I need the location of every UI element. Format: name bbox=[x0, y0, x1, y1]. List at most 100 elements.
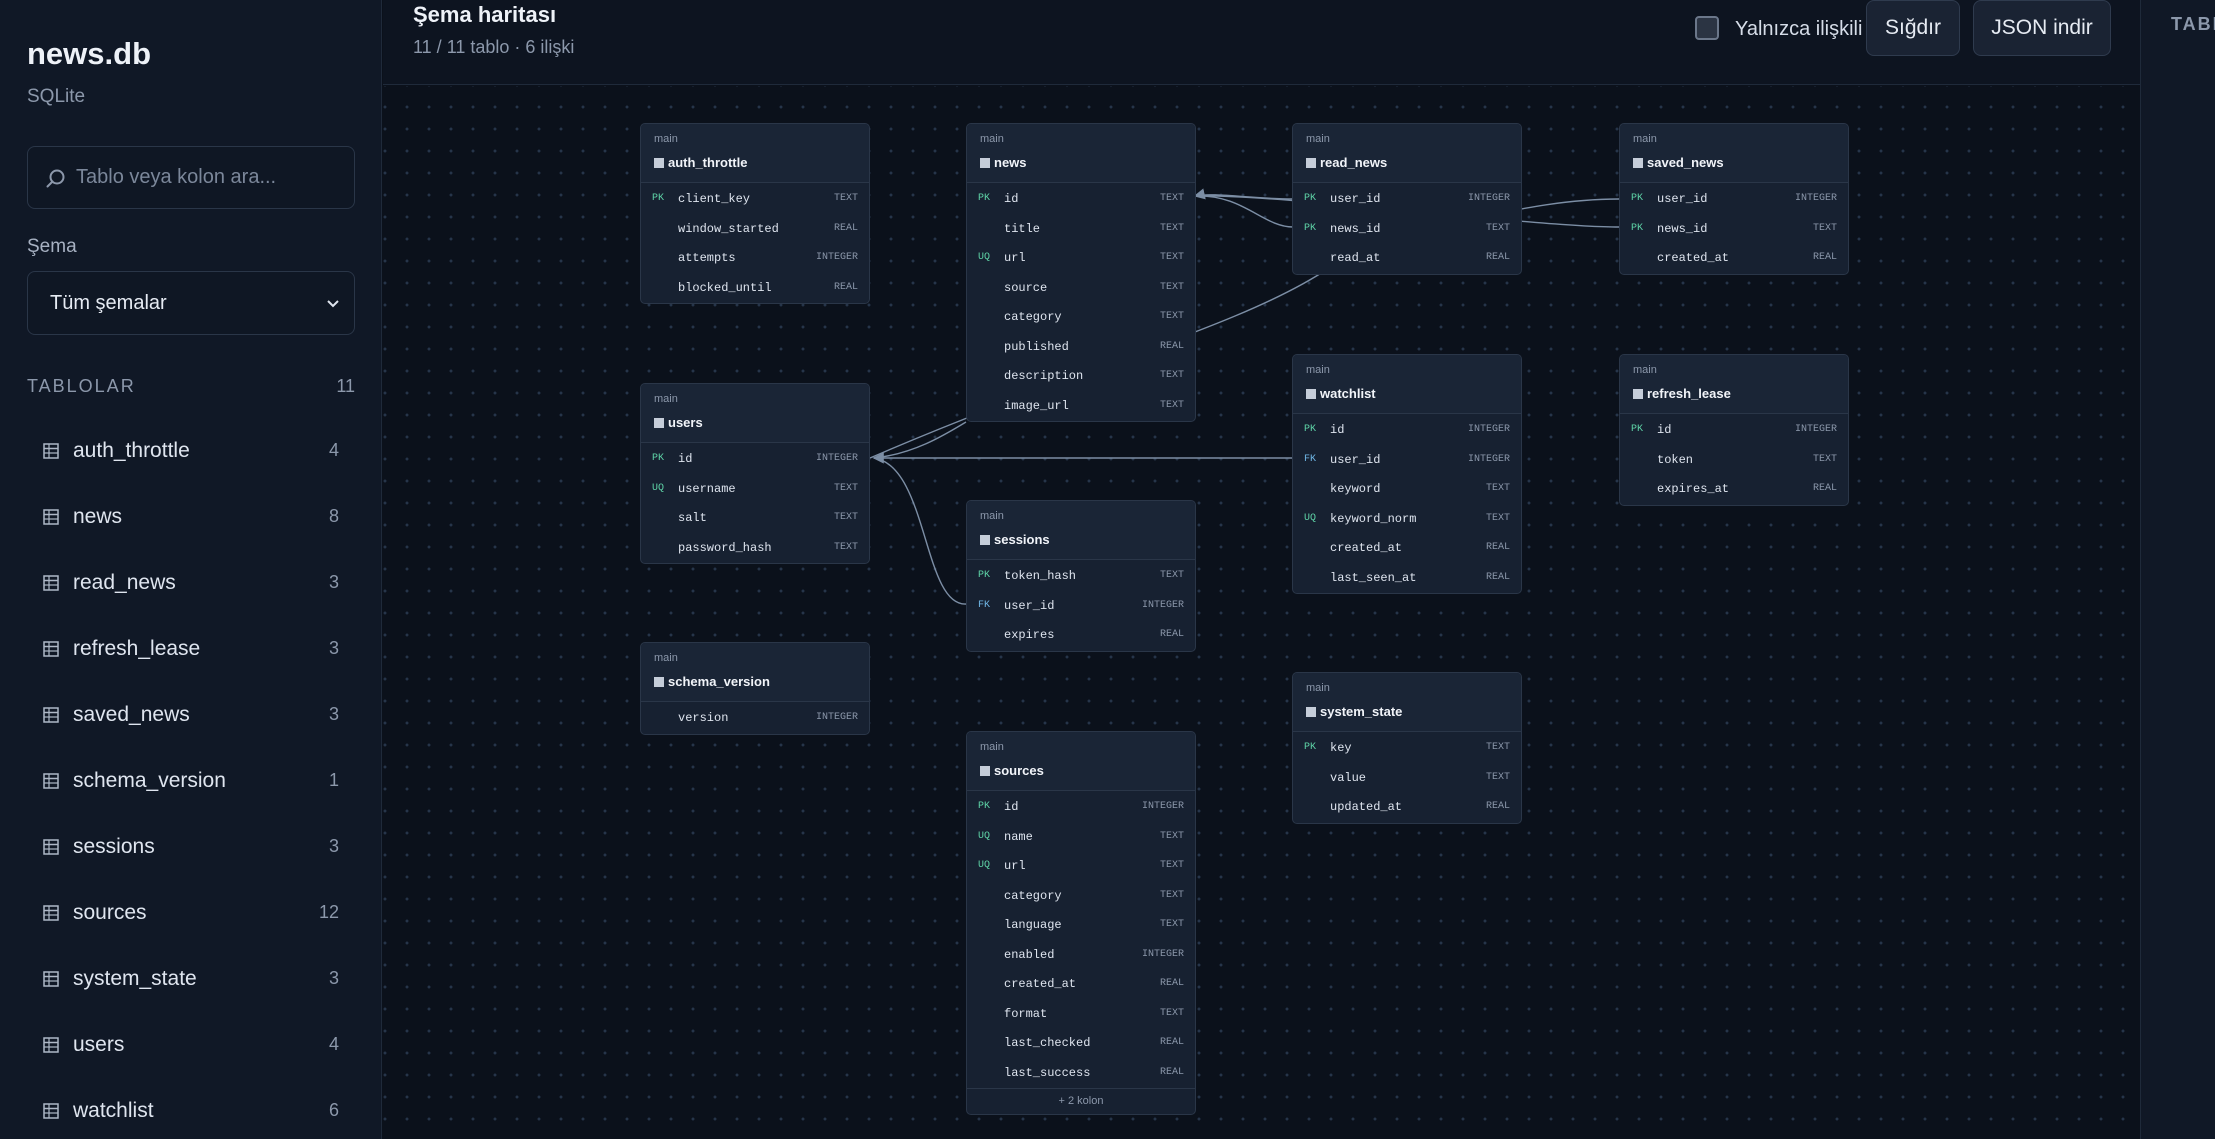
column-row[interactable]: PK key TEXT bbox=[1293, 734, 1521, 764]
column-row[interactable]: PK client_key TEXT bbox=[641, 185, 869, 215]
table-card-watchlist[interactable]: main watchlist PK id INTEGER FK user_id INTEGER… bbox=[1292, 354, 1522, 594]
download-json-button[interactable]: JSON indir bbox=[1973, 0, 2111, 56]
column-row[interactable]: image_url TEXT bbox=[967, 392, 1195, 422]
table-icon bbox=[43, 509, 59, 525]
related-only-checkbox[interactable] bbox=[1695, 16, 1719, 40]
table-card-schema: main bbox=[1306, 364, 1330, 376]
table-card-header[interactable]: main auth_throttle bbox=[641, 124, 869, 183]
column-row[interactable]: keyword TEXT bbox=[1293, 475, 1521, 505]
fit-button[interactable]: Sığdır bbox=[1866, 0, 1960, 56]
more-columns-label[interactable]: + 2 kolon bbox=[967, 1088, 1195, 1114]
column-key-badge: PK bbox=[1631, 424, 1644, 435]
table-card-system_state[interactable]: main system_state PK key TEXT value TEXT update… bbox=[1292, 672, 1522, 824]
table-card-auth_throttle[interactable]: main auth_throttle PK client_key TEXT window_… bbox=[640, 123, 870, 304]
search-input[interactable] bbox=[76, 147, 346, 208]
column-row[interactable]: PK token_hash TEXT bbox=[967, 562, 1195, 592]
table-card-refresh_lease[interactable]: main refresh_lease PK id INTEGER token TEXT exp… bbox=[1619, 354, 1849, 506]
column-row[interactable]: UQ url TEXT bbox=[967, 244, 1195, 274]
sidebar-table-item[interactable]: sessions 3 bbox=[27, 822, 355, 872]
column-row[interactable]: version INTEGER bbox=[641, 704, 869, 734]
column-row[interactable]: PK user_id INTEGER bbox=[1293, 185, 1521, 215]
table-card-header[interactable]: main system_state bbox=[1293, 673, 1521, 732]
sidebar-table-item[interactable]: auth_throttle 4 bbox=[27, 426, 355, 476]
column-row[interactable]: FK user_id INTEGER bbox=[1293, 446, 1521, 476]
column-row[interactable]: salt TEXT bbox=[641, 504, 869, 534]
column-row[interactable]: category TEXT bbox=[967, 303, 1195, 333]
schema-select[interactable]: Tüm şemalar bbox=[27, 271, 355, 335]
column-key-badge: PK bbox=[978, 193, 991, 204]
column-row[interactable]: category TEXT bbox=[967, 882, 1195, 912]
column-row[interactable]: UQ name TEXT bbox=[967, 823, 1195, 853]
column-row[interactable]: last_checked REAL bbox=[967, 1029, 1195, 1059]
column-row[interactable]: PK id INTEGER bbox=[641, 445, 869, 475]
sidebar-table-item[interactable]: schema_version 1 bbox=[27, 756, 355, 806]
column-row[interactable]: window_started REAL bbox=[641, 215, 869, 245]
column-row[interactable]: UQ username TEXT bbox=[641, 475, 869, 505]
table-card-saved_news[interactable]: main saved_news PK user_id INTEGER PK news_id T… bbox=[1619, 123, 1849, 275]
table-card-schema_version[interactable]: main schema_version version INTEGER bbox=[640, 642, 870, 735]
column-row[interactable]: last_success REAL bbox=[967, 1059, 1195, 1089]
column-row[interactable]: created_at REAL bbox=[1620, 244, 1848, 274]
column-row[interactable]: read_at REAL bbox=[1293, 244, 1521, 274]
column-row[interactable]: created_at REAL bbox=[1293, 534, 1521, 564]
column-row[interactable]: PK id TEXT bbox=[967, 185, 1195, 215]
column-row[interactable]: published REAL bbox=[967, 333, 1195, 363]
column-row[interactable]: source TEXT bbox=[967, 274, 1195, 304]
column-row[interactable]: created_at REAL bbox=[967, 970, 1195, 1000]
sidebar-table-item[interactable]: read_news 3 bbox=[27, 558, 355, 608]
table-card-header[interactable]: main sessions bbox=[967, 501, 1195, 560]
column-row[interactable]: format TEXT bbox=[967, 1000, 1195, 1030]
sidebar-table-item[interactable]: sources 12 bbox=[27, 888, 355, 938]
column-row[interactable]: title TEXT bbox=[967, 215, 1195, 245]
table-card-header[interactable]: main sources bbox=[967, 732, 1195, 791]
table-square-icon bbox=[654, 677, 664, 687]
sidebar-table-item[interactable]: news 8 bbox=[27, 492, 355, 542]
table-card-header[interactable]: main saved_news bbox=[1620, 124, 1848, 183]
table-card-header[interactable]: main schema_version bbox=[641, 643, 869, 702]
column-row[interactable]: value TEXT bbox=[1293, 764, 1521, 794]
table-card-header[interactable]: main watchlist bbox=[1293, 355, 1521, 414]
column-row[interactable]: updated_at REAL bbox=[1293, 793, 1521, 823]
search-box[interactable] bbox=[27, 146, 355, 209]
sidebar-table-item[interactable]: refresh_lease 3 bbox=[27, 624, 355, 674]
column-row[interactable]: PK user_id INTEGER bbox=[1620, 185, 1848, 215]
column-row[interactable]: PK id INTEGER bbox=[1620, 416, 1848, 446]
column-row[interactable]: expires REAL bbox=[967, 621, 1195, 651]
column-row[interactable]: attempts INTEGER bbox=[641, 244, 869, 274]
sidebar-table-count: 12 bbox=[318, 902, 339, 922]
relation-edge bbox=[1193, 188, 1294, 200]
column-row[interactable]: FK user_id INTEGER bbox=[967, 592, 1195, 622]
column-row[interactable]: PK id INTEGER bbox=[967, 793, 1195, 823]
sidebar-table-item[interactable]: watchlist 6 bbox=[27, 1086, 355, 1136]
table-card-header[interactable]: main users bbox=[641, 384, 869, 443]
table-card-sources[interactable]: main sources PK id INTEGER UQ name TEXT UQ url TEX… bbox=[966, 731, 1196, 1115]
column-name: expires_at bbox=[1657, 482, 1730, 496]
table-card-sessions[interactable]: main sessions PK token_hash TEXT FK user_id INT… bbox=[966, 500, 1196, 652]
table-card-name: news bbox=[994, 155, 1027, 170]
table-card-users[interactable]: main users PK id INTEGER UQ username TEXT salt TE… bbox=[640, 383, 870, 564]
table-card-header[interactable]: main refresh_lease bbox=[1620, 355, 1848, 414]
column-row[interactable]: last_seen_at REAL bbox=[1293, 564, 1521, 594]
column-row[interactable]: PK news_id TEXT bbox=[1293, 215, 1521, 245]
column-row[interactable]: PK news_id TEXT bbox=[1620, 215, 1848, 245]
column-row[interactable]: token TEXT bbox=[1620, 446, 1848, 476]
table-card-read_news[interactable]: main read_news PK user_id INTEGER PK news_id TE… bbox=[1292, 123, 1522, 275]
column-row[interactable]: description TEXT bbox=[967, 362, 1195, 392]
column-row[interactable]: expires_at REAL bbox=[1620, 475, 1848, 505]
table-card-news[interactable]: main news PK id TEXT title TEXT UQ url TEXT source… bbox=[966, 123, 1196, 422]
table-card-header[interactable]: main read_news bbox=[1293, 124, 1521, 183]
column-row[interactable]: PK id INTEGER bbox=[1293, 416, 1521, 446]
column-row[interactable]: UQ url TEXT bbox=[967, 852, 1195, 882]
sidebar-table-item[interactable]: users 4 bbox=[27, 1020, 355, 1070]
column-row[interactable]: UQ keyword_norm TEXT bbox=[1293, 505, 1521, 535]
schema-canvas[interactable]: main auth_throttle PK client_key TEXT window_… bbox=[383, 86, 2140, 1139]
sidebar-table-item[interactable]: saved_news 3 bbox=[27, 690, 355, 740]
table-card-header[interactable]: main news bbox=[967, 124, 1195, 183]
relation-edge bbox=[1194, 195, 1294, 228]
column-row[interactable]: language TEXT bbox=[967, 911, 1195, 941]
column-row[interactable]: enabled INTEGER bbox=[967, 941, 1195, 971]
column-type: REAL bbox=[833, 281, 858, 293]
column-row[interactable]: password_hash TEXT bbox=[641, 534, 869, 564]
column-row[interactable]: blocked_until REAL bbox=[641, 274, 869, 304]
sidebar-table-item[interactable]: system_state 3 bbox=[27, 954, 355, 1004]
